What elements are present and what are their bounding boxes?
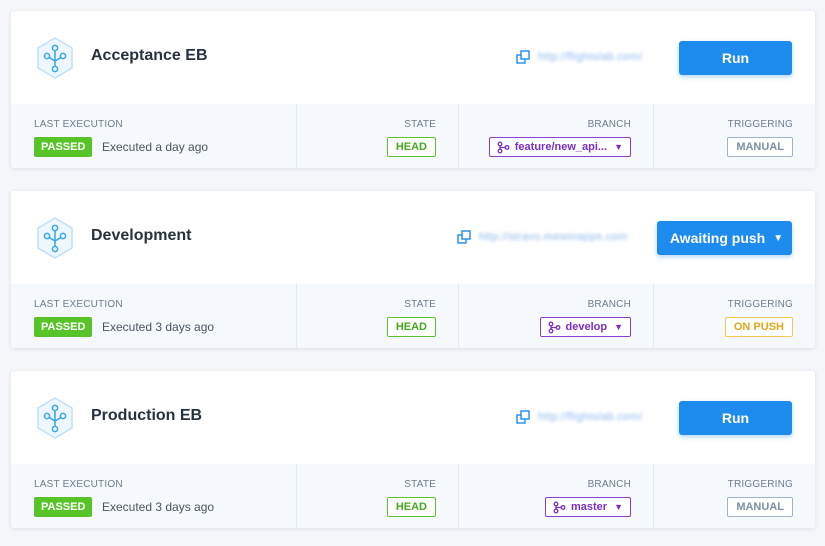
status-badge: PASSED xyxy=(34,137,93,157)
pipeline-header: Development http://stravo.mewmapps.com A… xyxy=(11,191,815,284)
triggering-badge: MANUAL xyxy=(727,497,793,517)
pipeline-icon xyxy=(37,217,73,259)
pipeline-name: Acceptance EB xyxy=(91,47,208,64)
branch-icon xyxy=(553,501,566,513)
state-badge: HEAD xyxy=(386,317,436,337)
pipeline-card: Acceptance EB http://flightslab.com/ Run… xyxy=(11,11,815,168)
pipeline-url-link[interactable]: http://flightslab.com/ xyxy=(516,49,642,65)
run-button[interactable]: Run xyxy=(679,41,792,75)
pipeline-details: LAST EXECUTION PASSED Executed 3 days ag… xyxy=(11,284,815,348)
chevron-down-icon: ▼ xyxy=(614,502,623,512)
pipeline-header: Acceptance EB http://flightslab.com/ Run xyxy=(11,11,815,104)
status-badge: PASSED xyxy=(34,317,93,337)
pipeline-header: Production EB http://flightslab.com/ Run xyxy=(11,371,815,464)
external-link-icon xyxy=(516,50,530,64)
branch-selector[interactable]: master ▼ xyxy=(545,497,631,517)
pipeline-url-link[interactable]: http://stravo.mewmapps.com xyxy=(457,229,627,245)
execution-time: Executed a day ago xyxy=(102,140,209,154)
branch-cell: BRANCH feature/new_api... ▼ xyxy=(459,104,654,168)
last-execution-cell: LAST EXECUTION PASSED Executed a day ago xyxy=(11,104,297,168)
branch-label: BRANCH xyxy=(587,119,631,130)
pipeline-card: Development http://stravo.mewmapps.com A… xyxy=(11,191,815,348)
triggering-badge: MANUAL xyxy=(727,137,793,157)
branch-label: BRANCH xyxy=(587,479,631,490)
external-link-icon xyxy=(457,230,471,244)
branch-selector[interactable]: feature/new_api... ▼ xyxy=(488,137,631,157)
last-execution-label: LAST EXECUTION xyxy=(34,119,123,130)
triggering-cell: TRIGGERING MANUAL xyxy=(654,464,815,528)
awaiting-push-label: Awaiting push xyxy=(669,230,766,246)
branch-label: BRANCH xyxy=(587,299,631,310)
chevron-down-icon: ▼ xyxy=(614,142,623,152)
branch-cell: BRANCH master ▼ xyxy=(459,464,654,528)
external-link-icon xyxy=(516,410,530,424)
last-execution-label: LAST EXECUTION xyxy=(34,479,123,490)
chevron-down-icon: ▼ xyxy=(614,322,623,332)
awaiting-push-button[interactable]: Awaiting push ▼ xyxy=(657,221,792,255)
pipeline-details: LAST EXECUTION PASSED Executed a day ago… xyxy=(11,104,815,168)
state-label: STATE xyxy=(404,479,436,490)
execution-time: Executed 3 days ago xyxy=(102,320,215,334)
last-execution-label: LAST EXECUTION xyxy=(34,299,123,310)
state-badge: HEAD xyxy=(386,137,436,157)
last-execution-cell: LAST EXECUTION PASSED Executed 3 days ag… xyxy=(11,464,297,528)
pipeline-details: LAST EXECUTION PASSED Executed 3 days ag… xyxy=(11,464,815,528)
branch-name: master xyxy=(571,501,608,513)
branch-name: feature/new_api... xyxy=(514,141,608,153)
pipeline-icon xyxy=(37,37,73,79)
branch-selector[interactable]: develop ▼ xyxy=(539,317,631,337)
pipeline-icon xyxy=(37,397,73,439)
triggering-cell: TRIGGERING MANUAL xyxy=(654,104,815,168)
status-badge: PASSED xyxy=(34,497,93,517)
triggering-label: TRIGGERING xyxy=(727,479,793,490)
triggering-label: TRIGGERING xyxy=(727,299,793,310)
pipeline-name: Production EB xyxy=(91,407,203,424)
run-button-label: Run xyxy=(721,50,750,66)
branch-icon xyxy=(548,321,560,333)
state-cell: STATE HEAD xyxy=(297,464,459,528)
pipeline-url-link[interactable]: http://flightslab.com/ xyxy=(516,409,642,425)
state-badge: HEAD xyxy=(386,497,436,517)
pipeline-name: Development xyxy=(91,227,192,244)
triggering-badge: ON PUSH xyxy=(724,317,793,337)
execution-time: Executed 3 days ago xyxy=(102,500,215,514)
last-execution-cell: LAST EXECUTION PASSED Executed 3 days ag… xyxy=(11,284,297,348)
branch-cell: BRANCH develop ▼ xyxy=(459,284,654,348)
triggering-label: TRIGGERING xyxy=(727,119,793,130)
pipeline-card: Production EB http://flightslab.com/ Run… xyxy=(11,371,815,528)
run-button-label: Run xyxy=(721,410,750,426)
triggering-cell: TRIGGERING ON PUSH xyxy=(654,284,815,348)
state-label: STATE xyxy=(404,299,436,310)
state-label: STATE xyxy=(404,119,436,130)
run-button[interactable]: Run xyxy=(679,401,792,435)
branch-icon xyxy=(497,141,510,153)
pipeline-url[interactable]: http://flightslab.com/ xyxy=(538,411,642,423)
branch-name: develop xyxy=(565,321,608,333)
pipeline-url[interactable]: http://flightslab.com/ xyxy=(538,51,642,63)
pipeline-url[interactable]: http://stravo.mewmapps.com xyxy=(479,231,627,243)
chevron-down-icon: ▼ xyxy=(773,232,784,244)
state-cell: STATE HEAD xyxy=(297,284,459,348)
state-cell: STATE HEAD xyxy=(297,104,459,168)
